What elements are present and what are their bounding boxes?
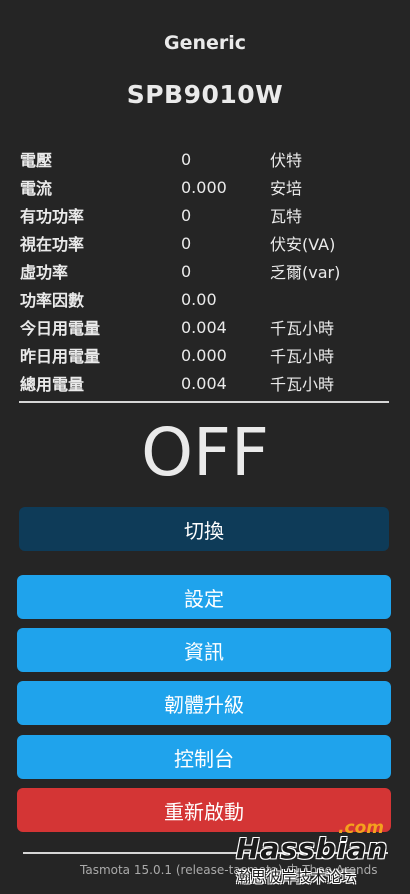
sensor-value: 0.00	[181, 289, 217, 309]
sensor-unit: 伏特	[270, 151, 303, 170]
sensor-row: 電流 0.000 安培	[20, 173, 390, 201]
sensor-label: 有功功率	[20, 207, 85, 226]
device-name: SPB9010W	[126, 80, 284, 109]
power-state: OFF	[141, 414, 269, 491]
sensor-value: 0.004	[181, 373, 227, 393]
sensor-label: 電壓	[20, 151, 53, 170]
sensor-row: 視在功率 0 伏安(VA)	[20, 229, 390, 257]
information-button[interactable]: 資訊	[17, 628, 391, 672]
module-name: Generic	[163, 32, 247, 54]
sensor-value: 0.004	[181, 317, 227, 337]
sensor-row: 虛功率 0 乏爾(var)	[20, 257, 390, 285]
sensor-unit: 千瓦小時	[270, 319, 335, 338]
sensor-row: 有功功率 0 瓦特	[20, 201, 390, 229]
sensor-value: 0	[181, 149, 192, 169]
sensor-row: 昨日用電量 0.000 千瓦小時	[20, 341, 390, 369]
divider	[19, 401, 389, 403]
sensor-label: 視在功率	[20, 235, 85, 254]
sensor-table: 電壓 0 伏特 電流 0.000 安培 有功功率 0 瓦特 視在功率 0 伏安(VA) 虛功率 0 乏爾(v…	[20, 145, 390, 397]
sensor-label: 總用電量	[20, 375, 85, 394]
console-button[interactable]: 控制台	[17, 735, 391, 779]
sensor-row: 總用電量 0.004 千瓦小時	[20, 369, 390, 397]
sensor-label: 功率因數	[20, 291, 85, 310]
sensor-unit: 伏安(VA)	[270, 235, 336, 254]
sensor-unit: 千瓦小時	[270, 375, 335, 394]
sensor-value: 0	[181, 261, 192, 281]
sensor-label: 今日用電量	[20, 319, 101, 338]
watermark-logo: .com Hassbian 瀚思彼岸技术论坛	[236, 818, 406, 890]
sensor-unit: 安培	[270, 179, 303, 198]
sensor-label: 昨日用電量	[20, 347, 101, 366]
sensor-row: 功率因數 0.00	[20, 285, 390, 313]
sensor-label: 虛功率	[20, 263, 69, 282]
toggle-button[interactable]: 切換	[19, 507, 389, 551]
sensor-row: 電壓 0 伏特	[20, 145, 390, 173]
watermark-name: Hassbian	[236, 832, 389, 865]
configuration-button[interactable]: 設定	[17, 575, 391, 619]
firmware-upgrade-button[interactable]: 韌體升級	[17, 681, 391, 725]
sensor-row: 今日用電量 0.004 千瓦小時	[20, 313, 390, 341]
sensor-value: 0	[181, 205, 192, 225]
sensor-label: 電流	[20, 179, 53, 198]
sensor-unit: 乏爾(var)	[270, 263, 341, 282]
sensor-unit: 千瓦小時	[270, 347, 335, 366]
sensor-unit: 瓦特	[270, 207, 303, 226]
watermark-subtitle: 瀚思彼岸技术论坛	[236, 868, 357, 886]
sensor-unit	[270, 285, 390, 313]
sensor-value: 0.000	[181, 177, 227, 197]
sensor-value: 0.000	[181, 345, 227, 365]
sensor-value: 0	[181, 233, 192, 253]
